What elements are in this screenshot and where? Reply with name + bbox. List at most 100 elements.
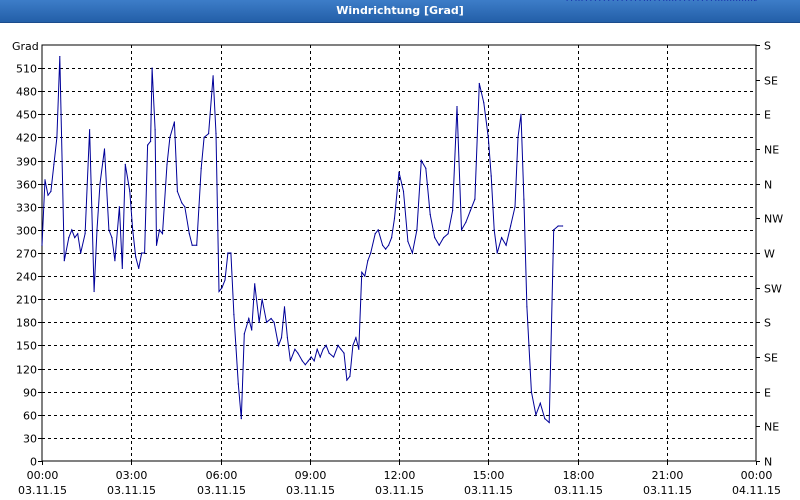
data-point — [337, 344, 339, 346]
data-point — [701, 0, 703, 1]
data-point — [679, 0, 681, 1]
data-point — [261, 298, 263, 300]
data-point — [443, 237, 445, 239]
data-point — [307, 360, 309, 362]
data-point — [355, 337, 357, 339]
data-point — [346, 379, 348, 381]
y-tick-label: 450 — [16, 109, 37, 122]
data-point — [710, 0, 712, 1]
data-point — [151, 67, 153, 69]
data-point — [301, 360, 303, 362]
data-point — [367, 260, 369, 262]
data-point — [562, 225, 564, 227]
data-point — [501, 237, 503, 239]
x-tick-date-label: 03.11.15 — [286, 484, 335, 497]
data-point — [526, 306, 528, 308]
data-point — [184, 206, 186, 208]
data-point — [224, 279, 226, 281]
x-tick-time-label: 00:00 — [27, 469, 59, 482]
data-point — [755, 0, 757, 1]
data-point — [258, 321, 260, 323]
data-point — [361, 271, 363, 273]
data-point — [548, 421, 550, 424]
data-point — [663, 0, 665, 1]
data-point — [566, 0, 568, 1]
data-point — [465, 221, 467, 223]
data-point — [286, 337, 288, 339]
data-point — [456, 106, 458, 108]
data-point — [557, 225, 559, 227]
x-tick-date-label: 03.11.15 — [197, 484, 246, 497]
data-point — [138, 267, 140, 269]
data-point — [697, 0, 699, 1]
data-point — [111, 237, 113, 239]
data-point — [724, 0, 726, 1]
data-point — [612, 0, 614, 1]
data-point — [266, 321, 268, 323]
right-tick-label: E — [764, 109, 771, 122]
chart-grid — [42, 45, 756, 461]
y-tick-label: 510 — [16, 63, 37, 76]
data-point — [706, 0, 708, 1]
data-point — [599, 0, 601, 1]
data-point — [718, 0, 720, 1]
x-tick-time-label: 15:00 — [473, 469, 505, 482]
data-point — [382, 244, 384, 246]
data-point — [753, 0, 756, 1]
y-tick-label: 90 — [23, 387, 37, 400]
y-tick-label: 180 — [16, 317, 37, 330]
data-point — [675, 0, 677, 1]
y-tick-label: 150 — [16, 340, 37, 353]
data-point — [212, 75, 214, 77]
x-tick-time-label: 09:00 — [295, 469, 327, 482]
data-point — [358, 348, 360, 350]
data-point — [493, 229, 495, 231]
data-point — [150, 140, 152, 142]
data-point — [93, 290, 95, 293]
data-point — [99, 183, 101, 185]
data-point — [340, 348, 342, 350]
data-point — [447, 233, 449, 235]
data-point — [490, 175, 492, 177]
data-point — [74, 237, 76, 239]
data-point — [469, 210, 471, 212]
data-point — [316, 348, 318, 350]
data-point — [429, 213, 431, 216]
data-point — [672, 0, 674, 1]
data-point — [114, 260, 116, 262]
data-point — [730, 0, 732, 1]
data-point — [594, 0, 596, 1]
y-tick-label: 300 — [16, 225, 37, 238]
data-point — [402, 190, 405, 192]
data-point — [590, 0, 592, 1]
data-point — [129, 190, 131, 192]
data-point — [669, 0, 671, 1]
data-point — [745, 0, 747, 1]
data-point — [626, 0, 628, 1]
data-point — [553, 229, 555, 231]
right-tick-label: E — [764, 387, 771, 400]
data-point — [352, 344, 354, 346]
data-point — [393, 217, 396, 219]
data-point — [343, 352, 345, 354]
data-point — [544, 418, 546, 420]
right-tick-label: SW — [764, 283, 782, 296]
data-point — [270, 317, 272, 320]
y-tick-label: 420 — [16, 132, 37, 145]
data-point — [407, 240, 409, 242]
data-point — [161, 233, 164, 235]
data-point — [169, 136, 171, 138]
data-point — [56, 136, 58, 138]
data-point — [294, 348, 296, 350]
data-point — [510, 225, 512, 227]
data-point — [108, 229, 110, 231]
data-point — [742, 0, 744, 1]
data-point — [505, 244, 507, 246]
data-point — [523, 198, 525, 200]
data-point — [59, 56, 61, 58]
right-tick-label: N — [764, 456, 772, 469]
data-point — [425, 167, 427, 169]
data-point — [240, 418, 242, 420]
data-point — [571, 0, 573, 1]
x-tick-date-label: 03.11.15 — [18, 484, 67, 497]
